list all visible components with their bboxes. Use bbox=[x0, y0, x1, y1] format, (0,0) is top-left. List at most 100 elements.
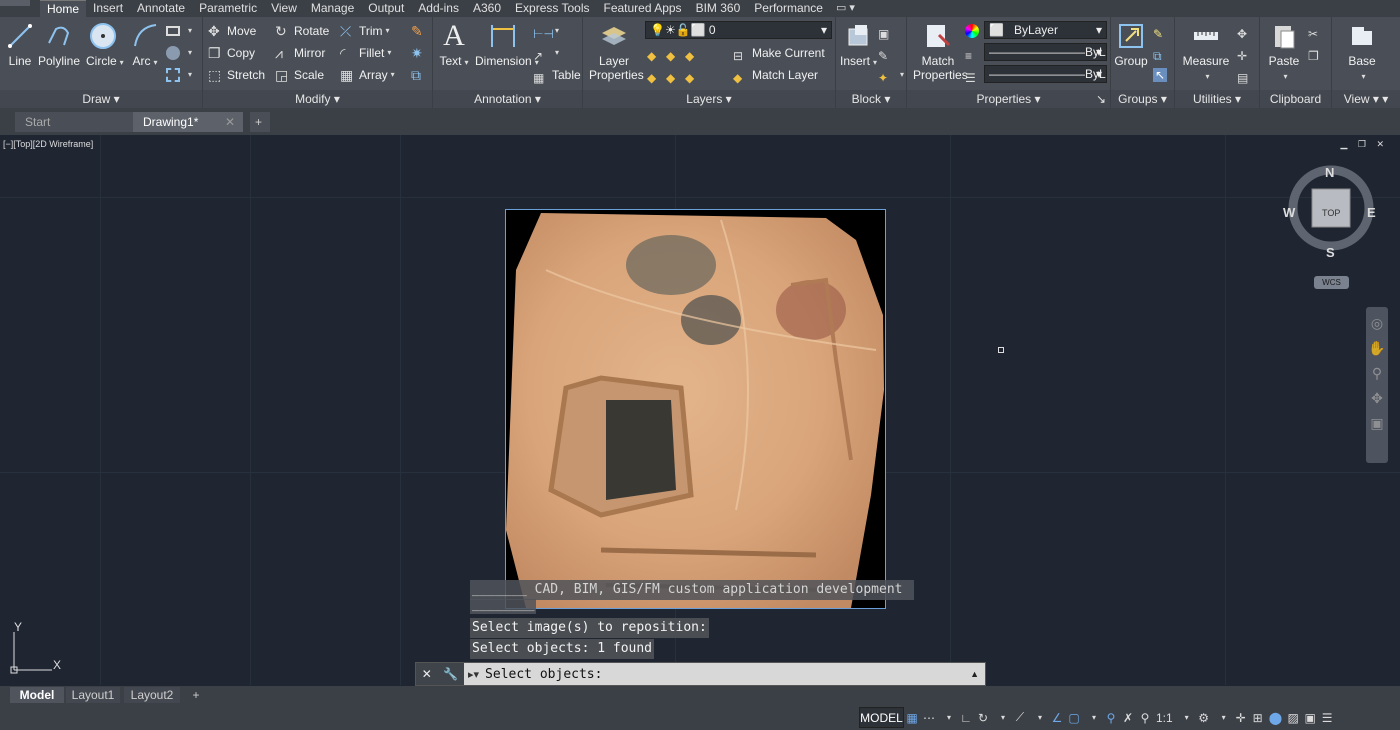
arc-button[interactable]: Arc ▾ bbox=[128, 21, 162, 68]
table-button[interactable]: ▦ Table bbox=[533, 65, 581, 85]
layer-tools-row-1[interactable]: ◆ ◆ ◆ bbox=[647, 43, 704, 63]
menu-tab-home[interactable]: Home bbox=[40, 0, 87, 17]
viewcube-west[interactable]: W bbox=[1283, 205, 1295, 220]
menu-tab-a360[interactable]: A360 bbox=[466, 0, 508, 17]
match-properties-button[interactable]: Match Properties bbox=[913, 21, 968, 82]
base-button[interactable]: Base ▾ bbox=[1344, 21, 1380, 82]
boundary-button[interactable]: ▾ bbox=[166, 65, 192, 85]
annotation-monitor-icon[interactable]: ✛ bbox=[1235, 711, 1247, 725]
add-layout-button[interactable]: + bbox=[188, 687, 204, 703]
stretch-button[interactable]: ⬚ Stretch bbox=[208, 65, 265, 85]
group-edit-button[interactable]: ⧉ bbox=[1153, 43, 1172, 63]
viewcube-south[interactable]: S bbox=[1326, 245, 1335, 260]
close-command-icon[interactable]: ✕ bbox=[422, 667, 432, 681]
isodraft-icon[interactable]: ⟋ bbox=[1014, 710, 1026, 725]
orbit-icon[interactable]: ✥ bbox=[1366, 390, 1388, 407]
make-current-button[interactable]: ⊟ Make Current bbox=[733, 43, 825, 63]
model-space-toggle[interactable]: MODEL bbox=[859, 707, 904, 728]
view-panel-label[interactable]: View ▾ ▾ bbox=[1332, 90, 1400, 108]
hardware-acceleration-icon[interactable]: ▨ bbox=[1287, 711, 1299, 725]
customization-menu-icon[interactable]: ☰ bbox=[1321, 711, 1333, 725]
cut-button[interactable]: ✂ bbox=[1308, 21, 1327, 41]
object-snap-icon[interactable]: ▢ bbox=[1068, 711, 1080, 725]
menu-tab-parametric[interactable]: Parametric bbox=[192, 0, 264, 17]
color-dropdown[interactable]: ⬜ ByLayer ▾ bbox=[984, 21, 1107, 39]
layer-dropdown[interactable]: 💡☀🔓⬜ 0 ▾ bbox=[645, 21, 832, 39]
pan-icon[interactable]: ✋ bbox=[1366, 340, 1388, 357]
array-button[interactable]: ▦ Array ▾ bbox=[340, 65, 395, 85]
viewport-controls-label[interactable]: [−][Top][2D Wireframe] bbox=[3, 139, 93, 149]
text-button[interactable]: A Text ▾ bbox=[439, 21, 469, 69]
explode-button[interactable]: ✷ bbox=[411, 43, 430, 63]
layer-tools-row-2[interactable]: ◆ ◆ ◆ bbox=[647, 65, 704, 85]
mirror-button[interactable]: ⩘ Mirror bbox=[275, 43, 325, 63]
menu-tab-add-ins[interactable]: Add-ins bbox=[411, 0, 466, 17]
dimension-button[interactable]: Dimension ▾ bbox=[475, 21, 539, 68]
start-tab[interactable]: Start bbox=[15, 112, 133, 132]
navigation-bar[interactable]: ◎ ✋ ⚲ ✥ ▣ bbox=[1366, 307, 1388, 463]
aerial-raster-image[interactable] bbox=[505, 209, 886, 609]
polar-icon[interactable]: ↻ bbox=[977, 711, 989, 725]
grid-icon[interactable]: ▦ bbox=[906, 711, 918, 725]
menu-tab-manage[interactable]: Manage bbox=[304, 0, 361, 17]
model-tab[interactable]: Model bbox=[10, 687, 64, 703]
trim-button[interactable]: ⤫ Trim ▾ bbox=[340, 21, 390, 41]
drawing1-tab[interactable]: Drawing1* ✕ bbox=[133, 112, 243, 132]
create-block-button[interactable]: ▣ bbox=[878, 21, 897, 41]
viewcube-east[interactable]: E bbox=[1367, 205, 1376, 220]
paste-button[interactable]: Paste ▾ bbox=[1266, 21, 1302, 82]
menu-tab-featured-apps[interactable]: Featured Apps bbox=[597, 0, 689, 17]
layout2-tab[interactable]: Layout2 bbox=[124, 687, 180, 703]
copy-clip-button[interactable]: ❐ bbox=[1308, 43, 1327, 63]
move-button[interactable]: ✥ Move bbox=[208, 21, 256, 41]
menu-tab-express-tools[interactable]: Express Tools bbox=[508, 0, 596, 17]
isolate-objects-icon[interactable]: ⬤ bbox=[1269, 711, 1282, 725]
new-tab-button[interactable]: + bbox=[250, 112, 270, 132]
annotation-scale-value[interactable]: 1:1 bbox=[1156, 711, 1173, 725]
workspace-gear-icon[interactable]: ⚙ bbox=[1198, 711, 1210, 725]
viewcube-top-face[interactable]: TOP bbox=[1322, 208, 1340, 218]
auto-scale-icon[interactable]: ✗ bbox=[1122, 711, 1134, 725]
layer-properties-button[interactable]: Layer Properties bbox=[589, 21, 644, 82]
clean-screen-icon[interactable]: ▣ bbox=[1304, 711, 1316, 725]
utilities-panel-label[interactable]: Utilities ▾ bbox=[1175, 90, 1259, 108]
linear-dim-button[interactable]: ⊢⊣ ▾ bbox=[533, 21, 559, 41]
close-tab-icon[interactable]: ✕ bbox=[225, 112, 235, 132]
menu-tab-performance[interactable]: Performance bbox=[747, 0, 830, 17]
circle-button[interactable]: Circle ▾ bbox=[86, 21, 124, 68]
block-panel-label[interactable]: Block ▾ bbox=[836, 90, 906, 108]
hatch-button[interactable]: ▾ bbox=[166, 43, 192, 63]
line-button[interactable]: Line bbox=[4, 21, 36, 68]
leader-button[interactable]: ↗ ▾ bbox=[533, 43, 559, 63]
ungroup-button[interactable]: ✎ bbox=[1153, 21, 1172, 41]
ortho-icon[interactable]: ∟ bbox=[960, 711, 972, 725]
menu-tab-bim-360[interactable]: BIM 360 bbox=[689, 0, 748, 17]
viewcube-north[interactable]: N bbox=[1325, 165, 1334, 180]
rotate-button[interactable]: ↻ Rotate bbox=[275, 21, 329, 41]
properties-panel-label[interactable]: Properties ▾ ↘ bbox=[907, 90, 1110, 108]
command-history-toggle-icon[interactable]: ▲ bbox=[970, 669, 979, 679]
insert-button[interactable]: Insert ▾ bbox=[840, 21, 877, 68]
application-menu-button[interactable] bbox=[0, 0, 30, 6]
draw-panel-label[interactable]: Draw ▾ bbox=[0, 90, 202, 108]
edit-block-button[interactable]: ✎ bbox=[878, 43, 897, 63]
command-recent-icon[interactable]: ▸▾ bbox=[468, 668, 479, 681]
customize-icon[interactable]: 🔧 bbox=[443, 667, 458, 681]
command-line[interactable]: ✕ 🔧 ▸▾ Select objects: ▲ bbox=[415, 662, 986, 686]
group-button[interactable]: Group bbox=[1113, 21, 1149, 68]
showmotion-icon[interactable]: ▣ bbox=[1366, 415, 1388, 432]
lineweight-dropdown[interactable]: ————————ByLayer▾ bbox=[984, 65, 1107, 83]
fillet-button[interactable]: ◜ Fillet ▾ bbox=[340, 43, 391, 63]
annotation-visibility-icon[interactable]: ⚲ bbox=[1105, 711, 1117, 725]
modify-panel-label[interactable]: Modify ▾ bbox=[203, 90, 432, 108]
match-layer-button[interactable]: ◆ Match Layer bbox=[733, 65, 818, 85]
group-select-button[interactable]: ↖ bbox=[1153, 65, 1172, 85]
command-prompt[interactable]: Select objects: bbox=[485, 667, 602, 682]
calculator-button[interactable]: ▤ bbox=[1237, 65, 1256, 85]
units-icon[interactable]: ⊞ bbox=[1252, 711, 1264, 725]
point-button[interactable]: ✛ bbox=[1237, 43, 1256, 63]
copy-button[interactable]: ❐ Copy bbox=[208, 43, 255, 63]
annotation-panel-label[interactable]: Annotation ▾ bbox=[433, 90, 582, 108]
quick-calc-button[interactable]: ✥ bbox=[1237, 21, 1256, 41]
clipboard-panel-label[interactable]: Clipboard bbox=[1260, 90, 1331, 108]
